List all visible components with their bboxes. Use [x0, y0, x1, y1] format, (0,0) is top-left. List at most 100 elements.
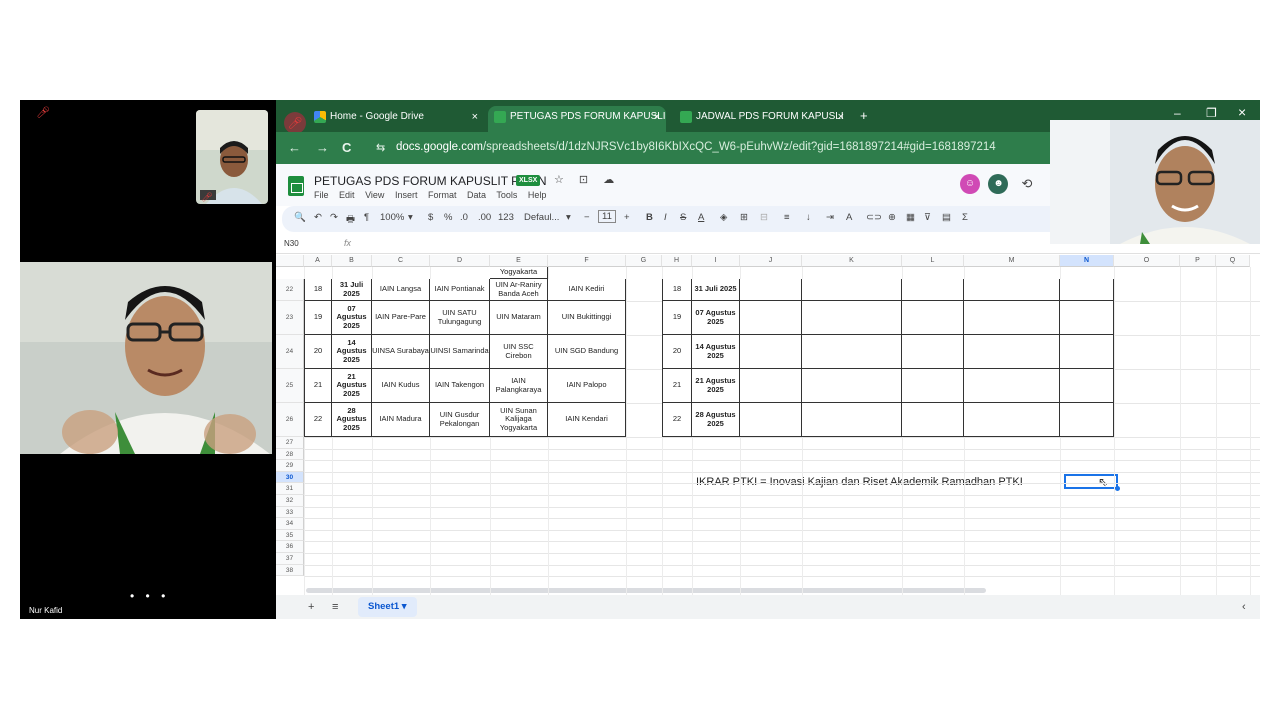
table-cell-e[interactable]: UIN Sunan Kalijaga Yogyakarta [490, 403, 548, 437]
row-header-32[interactable]: 32 [276, 495, 304, 507]
right-table-empty-cell[interactable] [902, 301, 964, 335]
horizontal-scrollbar[interactable] [306, 588, 986, 593]
functions-icon[interactable]: Σ [962, 212, 968, 223]
col-header-j[interactable]: J [740, 255, 802, 267]
table-cell-f[interactable]: UIN Bukittinggi [548, 301, 626, 335]
bold-button[interactable]: B [646, 212, 653, 223]
row-header-26[interactable]: 26 [276, 403, 304, 437]
right-table-empty-cell[interactable] [902, 369, 964, 403]
col-header-q[interactable]: Q [1216, 255, 1250, 267]
percent-button[interactable]: % [444, 212, 452, 223]
row-header-33[interactable]: 33 [276, 506, 304, 519]
text-color-button[interactable]: A [698, 212, 704, 223]
right-table-empty-cell[interactable] [740, 279, 802, 301]
table-cell-date[interactable]: 28 Agustus 2025 [332, 403, 372, 437]
menu-view[interactable]: View [365, 190, 384, 200]
table-cell-no[interactable]: 22 [304, 403, 332, 437]
new-tab-button[interactable]: + [860, 108, 868, 123]
font-select[interactable]: Defaul... [524, 212, 559, 223]
decrease-decimal-button[interactable]: .0 [460, 212, 468, 223]
col-header-c[interactable]: C [372, 255, 430, 267]
table-cell-c[interactable]: IAIN Langsa [372, 279, 430, 301]
right-table-cell-no[interactable]: 19 [662, 301, 692, 335]
borders-icon[interactable]: ⊞ [740, 212, 748, 223]
table-cell-date[interactable]: 21 Agustus 2025 [332, 369, 372, 403]
right-table-empty-cell[interactable] [964, 279, 1060, 301]
col-header-f[interactable]: F [548, 255, 626, 267]
horizontal-align-icon[interactable]: ≡ [784, 212, 790, 223]
table-cell-c[interactable]: IAIN Kudus [372, 369, 430, 403]
paint-format-icon[interactable]: ¶ [364, 212, 369, 223]
doc-title[interactable]: PETUGAS PDS FORUM KAPUSLIT PTKIN [314, 174, 547, 188]
ikrar-note-cell[interactable]: IKRAR PTKI = Inovasi Kajian dan Riset Ak… [696, 476, 1023, 488]
font-size-increase[interactable]: + [624, 212, 630, 223]
col-header-i[interactable]: I [692, 255, 740, 267]
table-cell-no[interactable]: 21 [304, 369, 332, 403]
right-table-empty-cell[interactable] [1060, 335, 1114, 369]
menu-data[interactable]: Data [467, 190, 486, 200]
participant-tile-small[interactable]: 🎤︎ [196, 110, 268, 204]
col-header-o[interactable]: O [1114, 255, 1180, 267]
table-cell-f[interactable]: IAIN Palopo [548, 369, 626, 403]
row-header-38[interactable]: 38 [276, 564, 304, 577]
table-cell-e[interactable]: UIN Mataram [490, 301, 548, 335]
col-header-b[interactable]: B [332, 255, 372, 267]
right-table-empty-cell[interactable] [1060, 369, 1114, 403]
table-cell-d[interactable]: UIN SATU Tulungagung [430, 301, 490, 335]
table-cell-date[interactable]: 31 Juli 2025 [332, 279, 372, 301]
menu-tools[interactable]: Tools [496, 190, 517, 200]
history-icon[interactable]: ⟲ [1017, 174, 1037, 194]
text-rotation-icon[interactable]: A [846, 212, 852, 223]
col-header-d[interactable]: D [430, 255, 490, 267]
row-header-37[interactable]: 37 [276, 553, 304, 565]
right-table-cell-date[interactable]: 31 Juli 2025 [692, 279, 740, 301]
cell-partial-e21[interactable]: Yogyakarta [490, 267, 548, 279]
right-table-empty-cell[interactable] [902, 403, 964, 437]
table-cell-e[interactable]: UIN Ar-Raniry Banda Aceh [490, 279, 548, 301]
restore-button[interactable]: ❐ [1206, 106, 1217, 120]
right-table-empty-cell[interactable] [802, 369, 902, 403]
table-cell-c[interactable]: IAIN Madura [372, 403, 430, 437]
tab-close-icon[interactable]: × [838, 106, 844, 128]
menu-insert[interactable]: Insert [395, 190, 418, 200]
right-table-empty-cell[interactable] [1060, 279, 1114, 301]
chart-icon[interactable]: ▦ [906, 212, 915, 223]
more-options-dots[interactable]: • • • [130, 589, 169, 603]
sheets-logo-icon[interactable] [288, 176, 304, 196]
row-header-30[interactable]: 30 [276, 471, 304, 484]
table-cell-no[interactable]: 19 [304, 301, 332, 335]
table-cell-d[interactable]: UINSI Samarinda [430, 335, 490, 369]
redo-icon[interactable]: ↷ [330, 212, 338, 223]
star-move-cloud-icons[interactable]: ☆ ⊡ ☁ [554, 173, 620, 186]
col-header-p[interactable]: P [1180, 255, 1216, 267]
right-table-empty-cell[interactable] [802, 403, 902, 437]
right-table-empty-cell[interactable] [902, 335, 964, 369]
right-table-empty-cell[interactable] [902, 279, 964, 301]
right-table-empty-cell[interactable] [964, 335, 1060, 369]
print-icon[interactable]: 🖶 [346, 212, 355, 228]
menu-file[interactable]: File [314, 190, 329, 200]
window-close-button[interactable]: × [1238, 104, 1246, 120]
right-table-empty-cell[interactable] [964, 403, 1060, 437]
row-header-34[interactable]: 34 [276, 518, 304, 530]
collaborator-avatar-icon[interactable]: ☻ [988, 174, 1009, 194]
table-cell-no[interactable]: 18 [304, 279, 332, 301]
menu-edit[interactable]: Edit [339, 190, 355, 200]
row-header-35[interactable]: 35 [276, 529, 304, 542]
table-cell-f[interactable]: UIN SGD Bandung [548, 335, 626, 369]
table-cell-f[interactable]: IAIN Kediri [548, 279, 626, 301]
collaborator-avatar-icon[interactable]: ☺ [960, 174, 980, 194]
minimize-button[interactable]: – [1174, 106, 1181, 120]
table-cell-e[interactable]: UIN SSC Cirebon [490, 335, 548, 369]
row-header-36[interactable]: 36 [276, 541, 304, 553]
right-table-cell-no[interactable]: 18 [662, 279, 692, 301]
menu-format[interactable]: Format [428, 190, 457, 200]
text-wrap-icon[interactable]: ⇥ [826, 212, 834, 223]
right-table-cell-no[interactable]: 22 [662, 403, 692, 437]
right-table-cell-date[interactable]: 14 Agustus 2025 [692, 335, 740, 369]
right-table-cell-date[interactable]: 28 Agustus 2025 [692, 403, 740, 437]
right-table-empty-cell[interactable] [802, 335, 902, 369]
table-cell-d[interactable]: UIN Gusdur Pekalongan [430, 403, 490, 437]
right-table-empty-cell[interactable] [740, 335, 802, 369]
merge-cells-icon[interactable]: ⊟ [760, 212, 768, 223]
